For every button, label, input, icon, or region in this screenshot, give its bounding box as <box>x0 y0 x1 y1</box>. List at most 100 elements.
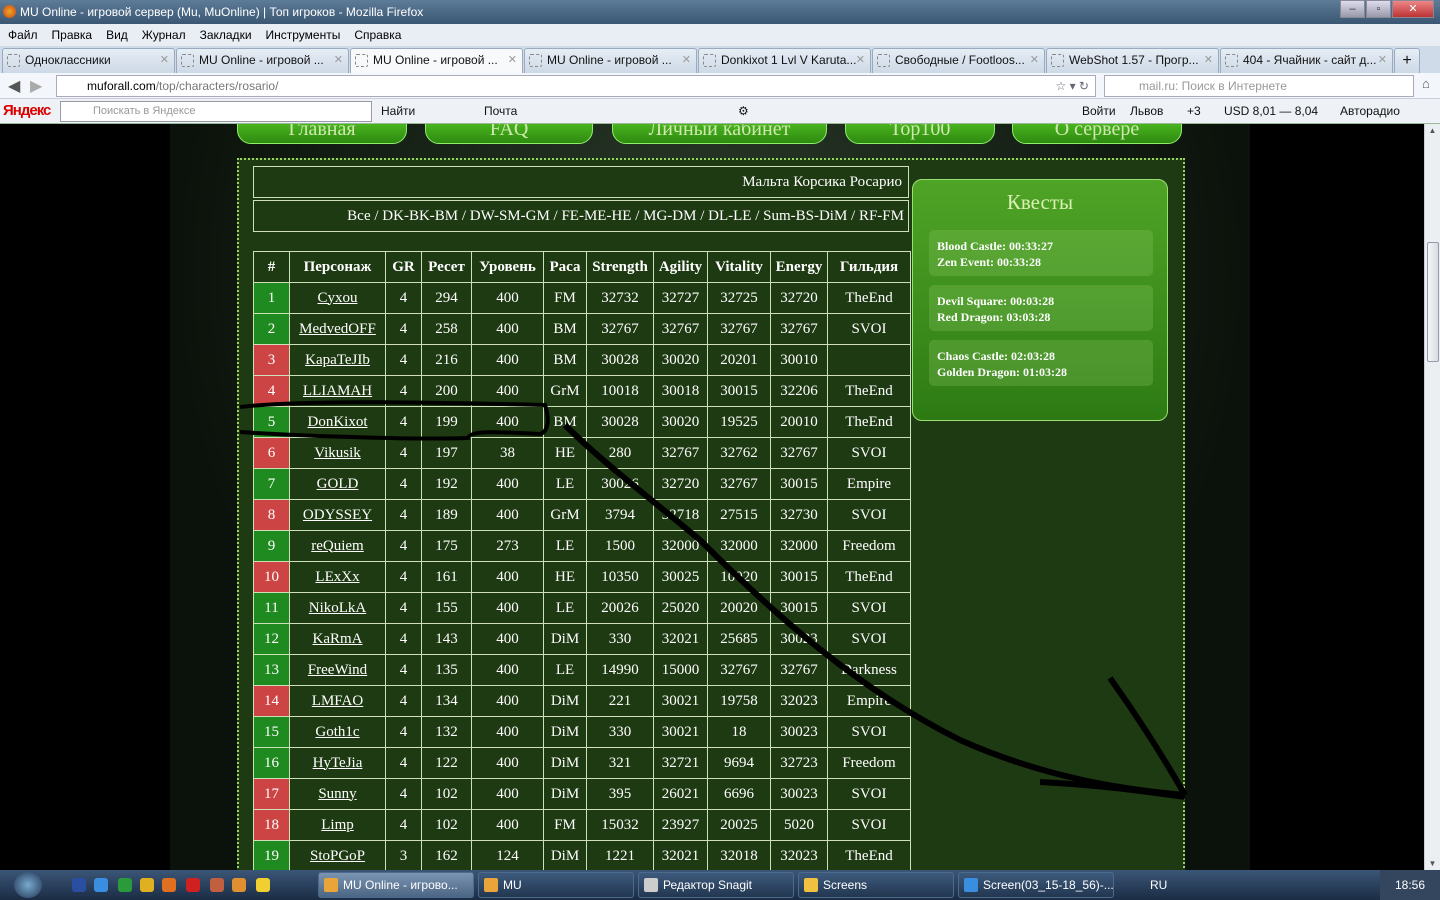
taskbar-item[interactable]: Редактор Snagit <box>638 872 794 898</box>
column-header[interactable]: Гильдия <box>827 251 911 283</box>
character-link[interactable]: reQuiem <box>311 538 363 554</box>
yandex-logo[interactable]: Яндекс <box>3 102 51 119</box>
character-link[interactable]: DonKixot <box>308 414 368 430</box>
close-button[interactable]: ✕ <box>1392 0 1434 18</box>
menu-file[interactable]: Файл <box>8 24 38 46</box>
menu-edit[interactable]: Правка <box>52 24 93 46</box>
mail-search-input[interactable]: mail.ru: Поиск в Интернете <box>1104 75 1414 97</box>
new-tab-button[interactable]: + <box>1394 48 1420 73</box>
column-header[interactable]: Vitality <box>707 251 771 283</box>
menu-help[interactable]: Справка <box>354 24 401 46</box>
browser-tab[interactable]: WebShot 1.57 - Прогр... ✕ <box>1046 48 1219 73</box>
app-icon[interactable] <box>210 878 224 892</box>
scroll-down-icon[interactable]: ▼ <box>1425 859 1440 868</box>
close-tab-icon[interactable]: ✕ <box>508 49 517 72</box>
character-link[interactable]: Sunny <box>318 786 356 802</box>
currency-rate[interactable]: USD 8,01 — 8,04 <box>1224 104 1318 118</box>
character-link[interactable]: StoPGoP <box>310 848 365 864</box>
clock[interactable]: 18:56 <box>1380 870 1440 900</box>
yandex-search-input[interactable]: Поискать в Яндексе <box>60 101 372 122</box>
column-header[interactable]: Energy <box>770 251 828 283</box>
nav-faq[interactable]: FAQ <box>425 124 593 144</box>
weather-temp[interactable]: +3 <box>1187 104 1201 118</box>
column-header[interactable]: Раса <box>543 251 587 283</box>
close-tab-icon[interactable]: ✕ <box>1030 49 1039 72</box>
close-tab-icon[interactable]: ✕ <box>1204 49 1213 72</box>
maximize-button[interactable]: ▫ <box>1366 0 1391 18</box>
back-icon[interactable]: ◀ <box>8 76 20 96</box>
forward-icon[interactable]: ▶ <box>30 76 42 96</box>
browser-tab[interactable]: MU Online - игровой ... ✕ <box>350 48 523 73</box>
character-link[interactable]: LMFAO <box>312 693 363 709</box>
character-link[interactable]: HyTeJia <box>313 755 363 771</box>
character-link[interactable]: LLIAMAH <box>303 383 372 399</box>
browser-tab[interactable]: MU Online - игровой ... ✕ <box>176 48 349 73</box>
login-button[interactable]: Войти <box>1082 104 1116 118</box>
column-header[interactable]: Agility <box>653 251 708 283</box>
app-icon[interactable] <box>232 878 246 892</box>
character-link[interactable]: Vikusik <box>314 445 361 461</box>
character-link[interactable]: Limp <box>321 817 354 833</box>
opera-icon[interactable] <box>186 878 200 892</box>
firefox-icon[interactable] <box>162 878 176 892</box>
close-tab-icon[interactable]: ✕ <box>856 49 865 72</box>
character-link[interactable]: Cyxou <box>317 290 357 306</box>
character-link[interactable]: ODYSSEY <box>303 507 372 523</box>
taskbar-item[interactable]: Screens <box>798 872 954 898</box>
radio-button[interactable]: Авторадио <box>1340 104 1400 118</box>
menu-view[interactable]: Вид <box>106 24 128 46</box>
browser-tab[interactable]: 404 - Ячайник - сайт д... ✕ <box>1220 48 1393 73</box>
column-header[interactable]: # <box>253 251 290 283</box>
column-header[interactable]: Уровень <box>471 251 544 283</box>
nav-top100[interactable]: Top100 <box>845 124 995 144</box>
menu-history[interactable]: Журнал <box>142 24 186 46</box>
vertical-scrollbar[interactable]: ▲ ▼ <box>1424 124 1440 870</box>
nav-cabinet[interactable]: Личный кабинет <box>612 124 827 144</box>
menu-tools[interactable]: Инструменты <box>266 24 341 46</box>
taskbar-item[interactable]: MU <box>478 872 634 898</box>
browser-tab[interactable]: Одноклассники ✕ <box>2 48 175 73</box>
character-link[interactable]: Goth1c <box>315 724 359 740</box>
column-header[interactable]: Ресет <box>421 251 472 283</box>
nav-about[interactable]: О сервере <box>1012 124 1182 144</box>
show-desktop-icon[interactable] <box>72 878 86 892</box>
app-icon[interactable] <box>118 878 132 892</box>
language-indicator[interactable]: RU <box>1150 878 1167 892</box>
minimize-button[interactable]: – <box>1340 0 1365 18</box>
close-tab-icon[interactable]: ✕ <box>682 49 691 72</box>
scrollbar-thumb[interactable] <box>1427 242 1439 362</box>
weather-city[interactable]: Львов <box>1130 104 1163 118</box>
start-button[interactable] <box>14 872 42 898</box>
character-link[interactable]: MedvedOFF <box>299 321 376 337</box>
yandex-find-button[interactable]: Найти <box>381 104 415 118</box>
character-link[interactable]: NikoLkA <box>309 600 367 616</box>
browser-tab[interactable]: Donkixot 1 Lvl V Karuta... ✕ <box>698 48 871 73</box>
character-link[interactable]: KapaTeJIb <box>305 352 370 368</box>
character-link[interactable]: FreeWind <box>308 662 367 678</box>
server-selector[interactable]: Мальта Корсика Росарио <box>253 166 909 198</box>
ie-icon[interactable] <box>94 878 108 892</box>
gear-icon[interactable]: ⚙ <box>738 104 749 118</box>
scroll-up-icon[interactable]: ▲ <box>1425 126 1440 135</box>
class-filter[interactable]: Все / DK-BK-BM / DW-SM-GM / FE-ME-HE / M… <box>253 200 909 232</box>
character-link[interactable]: GOLD <box>317 476 359 492</box>
browser-tab[interactable]: Свободные / Footloos... ✕ <box>872 48 1045 73</box>
nav-home[interactable]: Главная <box>237 124 407 144</box>
column-header[interactable]: GR <box>385 251 422 283</box>
address-bar[interactable]: muforall.com/top/characters/rosario/ ☆ ▾… <box>56 75 1096 97</box>
close-tab-icon[interactable]: ✕ <box>1378 49 1387 72</box>
yandex-mail-button[interactable]: Почта <box>484 104 517 118</box>
close-tab-icon[interactable]: ✕ <box>334 49 343 72</box>
character-link[interactable]: KaRmA <box>313 631 363 647</box>
home-icon[interactable]: ⌂ <box>1422 76 1430 91</box>
taskbar-item[interactable]: Screen(03_15-18_56)-... <box>958 872 1114 898</box>
chrome-icon[interactable] <box>140 878 154 892</box>
browser-tab[interactable]: MU Online - игровой ... ✕ <box>524 48 697 73</box>
column-header[interactable]: Strength <box>586 251 654 283</box>
menu-bookmarks[interactable]: Закладки <box>200 24 252 46</box>
reload-icon[interactable]: ☆ ▾ ↻ <box>1055 76 1089 96</box>
taskbar-item[interactable]: MU Online - игрово... <box>318 872 474 898</box>
column-header[interactable]: Персонаж <box>289 251 386 283</box>
close-tab-icon[interactable]: ✕ <box>160 49 169 72</box>
character-link[interactable]: LExXx <box>315 569 359 585</box>
